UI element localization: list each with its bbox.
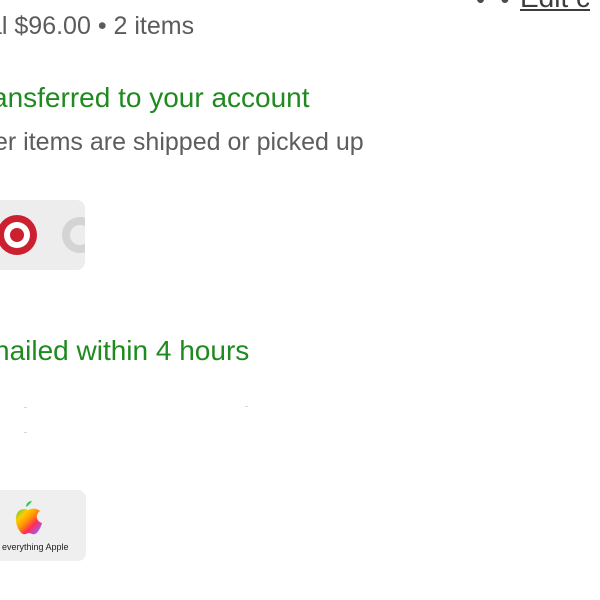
apple-gift-card[interactable]: everything Apple (0, 490, 86, 561)
more-icon[interactable]: • • (476, 0, 513, 15)
apple-logo-icon (15, 501, 43, 535)
divider-speck (24, 432, 27, 433)
transfer-description: er items are shipped or picked up (0, 128, 364, 156)
email-status-text: nailed within 4 hours (0, 335, 250, 366)
order-details-page: • • Edit c al $96.00 • 2 items ansferred… (0, 0, 600, 600)
edit-link[interactable]: Edit c (520, 0, 590, 14)
target-logo-ghost-icon (62, 217, 85, 253)
transfer-status-text: ansferred to your account (0, 82, 310, 113)
target-logo-icon (0, 215, 37, 255)
divider-speck (245, 406, 248, 407)
apple-card-caption: everything Apple (2, 542, 69, 552)
order-summary: al $96.00 • 2 items (0, 12, 195, 40)
divider-speck (24, 407, 27, 408)
target-gift-card[interactable] (0, 200, 85, 270)
